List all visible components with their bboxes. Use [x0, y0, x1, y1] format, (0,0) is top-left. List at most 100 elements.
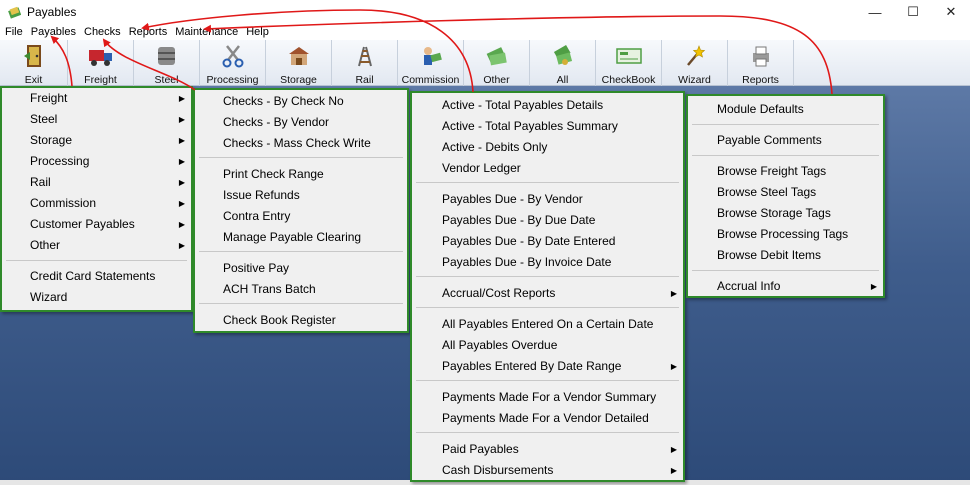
- maintenance-menu-item-browse-processing-tags[interactable]: Browse Processing Tags: [688, 224, 883, 245]
- payables-menu-item-customer-payables[interactable]: Customer Payables ▶: [2, 214, 191, 235]
- submenu-arrow-icon: ▶: [670, 289, 677, 298]
- reports-menu-item-due-by-invoice-date[interactable]: Payables Due - By Invoice Date: [412, 252, 683, 273]
- reports-menu-item-entered-by-date-range[interactable]: Payables Entered By Date Range ▶: [412, 356, 683, 377]
- payables-menu: Freight ▶ Steel ▶ Storage ▶ Processing ▶ Rai…: [0, 86, 193, 312]
- menu-file[interactable]: File: [0, 24, 27, 40]
- reports-menu-item-accrual-cost-reports[interactable]: Accrual/Cost Reports ▶: [412, 283, 683, 304]
- payables-menu-item-wizard[interactable]: Wizard: [2, 287, 191, 308]
- payables-menu-item-other[interactable]: Other ▶: [2, 235, 191, 256]
- reports-menu-item-active-total-summary[interactable]: Active - Total Payables Summary: [412, 116, 683, 137]
- reports-menu-item-active-total-details[interactable]: Active - Total Payables Details: [412, 95, 683, 116]
- reports-menu-item-payments-vendor-detailed[interactable]: Payments Made For a Vendor Detailed: [412, 408, 683, 429]
- checks-menu-item-mass-check-write[interactable]: Checks - Mass Check Write: [195, 133, 407, 154]
- toolbar-other-button[interactable]: Other: [464, 40, 530, 86]
- menu-separator: [199, 251, 403, 252]
- checks-menu-item-by-check-no[interactable]: Checks - By Check No: [195, 91, 407, 112]
- menu-payables[interactable]: Payables: [27, 24, 80, 40]
- toolbar-processing-button[interactable]: Processing: [200, 40, 266, 86]
- toolbar-freight-button[interactable]: Freight: [68, 40, 134, 86]
- menu-item-label: Payable Comments: [717, 133, 822, 147]
- toolbar-steel-button[interactable]: Steel: [134, 40, 200, 86]
- payables-menu-item-rail[interactable]: Rail ▶: [2, 172, 191, 193]
- menu-maintenance[interactable]: Maintenance: [171, 24, 242, 40]
- menu-item-label: Active - Total Payables Summary: [442, 119, 618, 133]
- menu-separator: [416, 432, 679, 433]
- maintenance-menu-item-browse-freight-tags[interactable]: Browse Freight Tags: [688, 161, 883, 182]
- toolbar-wizard-button[interactable]: Wizard: [662, 40, 728, 86]
- menu-item-label: Processing: [30, 154, 90, 168]
- menu-item-label: Payments Made For a Vendor Summary: [442, 390, 657, 404]
- toolbar-all-button[interactable]: All: [530, 40, 596, 86]
- menu-separator: [692, 155, 879, 156]
- toolbar-storage-button[interactable]: Storage: [266, 40, 332, 86]
- toolbar-commission-button[interactable]: Commission: [398, 40, 464, 86]
- payables-menu-item-processing[interactable]: Processing ▶: [2, 151, 191, 172]
- reports-menu-item-all-overdue[interactable]: All Payables Overdue: [412, 335, 683, 356]
- close-button[interactable]: ✕: [932, 0, 970, 24]
- reports-menu-item-entered-on-certain-date[interactable]: All Payables Entered On a Certain Date: [412, 314, 683, 335]
- reports-menu-item-vendor-ledger[interactable]: Vendor Ledger: [412, 158, 683, 179]
- menu-item-label: Module Defaults: [717, 102, 804, 116]
- checks-menu-item-positive-pay[interactable]: Positive Pay: [195, 258, 407, 279]
- checks-menu-item-contra-entry[interactable]: Contra Entry: [195, 206, 407, 227]
- checks-menu-item-check-book-register[interactable]: Check Book Register: [195, 310, 407, 331]
- toolbar-exit-button[interactable]: Exit: [0, 40, 68, 86]
- maximize-button[interactable]: ☐: [894, 0, 932, 24]
- other-money-icon: [484, 43, 510, 69]
- payables-menu-item-freight[interactable]: Freight ▶: [2, 88, 191, 109]
- menu-item-label: All Payables Entered On a Certain Date: [442, 317, 654, 331]
- checks-menu-item-manage-payable-clearing[interactable]: Manage Payable Clearing: [195, 227, 407, 248]
- payables-menu-item-credit-card-statements[interactable]: Credit Card Statements: [2, 266, 191, 287]
- exit-door-icon: [21, 43, 47, 69]
- reports-menu-item-cash-disbursements[interactable]: Cash Disbursements ▶: [412, 460, 683, 481]
- toolbar-checkbook-button[interactable]: CheckBook: [596, 40, 662, 86]
- submenu-arrow-icon: ▶: [178, 220, 185, 229]
- checks-menu-item-print-check-range[interactable]: Print Check Range: [195, 164, 407, 185]
- submenu-arrow-icon: ▶: [178, 241, 185, 250]
- menu-item-label: Vendor Ledger: [442, 161, 521, 175]
- checks-menu-item-by-vendor[interactable]: Checks - By Vendor: [195, 112, 407, 133]
- submenu-arrow-icon: ▶: [178, 199, 185, 208]
- maintenance-menu-item-browse-steel-tags[interactable]: Browse Steel Tags: [688, 182, 883, 203]
- payables-menu-item-steel[interactable]: Steel ▶: [2, 109, 191, 130]
- reports-menu-item-due-by-vendor[interactable]: Payables Due - By Vendor: [412, 189, 683, 210]
- reports-menu-item-paid-payables[interactable]: Paid Payables ▶: [412, 439, 683, 460]
- checkbook-icon: [615, 43, 642, 69]
- maintenance-menu-item-accrual-info[interactable]: Accrual Info ▶: [688, 276, 883, 297]
- rail-icon: [352, 43, 378, 69]
- checks-menu-item-ach-trans-batch[interactable]: ACH Trans Batch: [195, 279, 407, 300]
- maintenance-menu-item-payable-comments[interactable]: Payable Comments: [688, 130, 883, 151]
- maintenance-menu-item-browse-storage-tags[interactable]: Browse Storage Tags: [688, 203, 883, 224]
- scissors-icon: [220, 43, 246, 69]
- menu-checks[interactable]: Checks: [80, 24, 125, 40]
- menu-item-label: Contra Entry: [223, 209, 291, 223]
- maintenance-menu-item-module-defaults[interactable]: Module Defaults: [688, 99, 883, 120]
- maintenance-menu-item-browse-debit-items[interactable]: Browse Debit Items: [688, 245, 883, 266]
- menu-reports[interactable]: Reports: [125, 24, 172, 40]
- menu-item-label: Rail: [30, 175, 51, 189]
- menu-help[interactable]: Help: [242, 24, 273, 40]
- storage-building-icon: [286, 43, 312, 69]
- menu-bar: File Payables Checks Reports Maintenance…: [0, 24, 970, 40]
- payables-menu-item-commission[interactable]: Commission ▶: [2, 193, 191, 214]
- menu-separator: [6, 260, 187, 261]
- menu-item-label: All Payables Overdue: [442, 338, 558, 352]
- reports-menu-item-payments-vendor-summary[interactable]: Payments Made For a Vendor Summary: [412, 387, 683, 408]
- menu-item-label: Paid Payables: [442, 442, 519, 456]
- minimize-button[interactable]: —: [856, 0, 894, 24]
- reports-menu-item-due-by-date-entered[interactable]: Payables Due - By Date Entered: [412, 231, 683, 252]
- toolbar-rail-button[interactable]: Rail: [332, 40, 398, 86]
- reports-menu-item-due-by-due-date[interactable]: Payables Due - By Due Date: [412, 210, 683, 231]
- menu-item-label: Payables Due - By Invoice Date: [442, 255, 612, 269]
- submenu-arrow-icon: ▶: [670, 445, 677, 454]
- window-title: Payables: [27, 5, 77, 19]
- toolbar-freight-label: Freight: [84, 74, 117, 86]
- reports-menu-item-active-debits-only[interactable]: Active - Debits Only: [412, 137, 683, 158]
- submenu-arrow-icon: ▶: [178, 157, 185, 166]
- checks-menu-item-issue-refunds[interactable]: Issue Refunds: [195, 185, 407, 206]
- toolbar-reports-button[interactable]: Reports: [728, 40, 794, 86]
- payables-menu-item-storage[interactable]: Storage ▶: [2, 130, 191, 151]
- maintenance-menu: Module Defaults Payable Comments Browse …: [686, 94, 885, 298]
- submenu-arrow-icon: ▶: [670, 466, 677, 475]
- menu-item-label: Checks - Mass Check Write: [223, 136, 371, 150]
